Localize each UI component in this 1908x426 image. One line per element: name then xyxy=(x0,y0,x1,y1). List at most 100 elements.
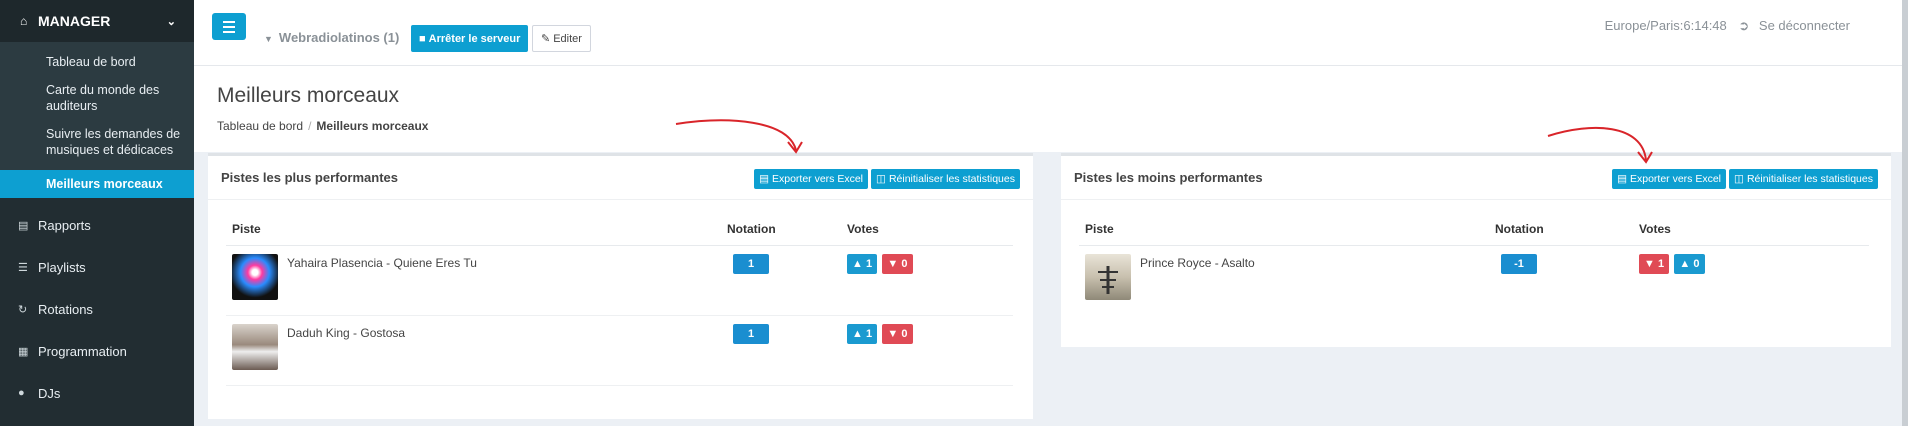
caret-down-icon: ▼ xyxy=(264,34,273,44)
sidebar-item-djs[interactable]: ● DJs xyxy=(0,372,194,414)
downvote-count: 0 xyxy=(901,327,908,340)
sidebar-item-reports[interactable]: ▤ Rapports xyxy=(0,204,194,246)
sign-out-icon: ➲ xyxy=(1738,18,1750,33)
file-excel-icon: ▤ xyxy=(759,173,769,185)
export-label: Exporter vers Excel xyxy=(771,173,864,185)
reset-label: Réinitialiser les statistiques xyxy=(1746,173,1873,185)
chevron-down-icon: ⌄ xyxy=(166,15,176,28)
column-header: Piste xyxy=(1079,213,1489,246)
thumbs-up-icon: ▲ xyxy=(852,257,863,270)
sidebar-item-top-tracks[interactable]: Meilleurs morceaux xyxy=(0,170,194,198)
stop-icon: ■ xyxy=(419,32,426,45)
table-row: Daduh King - Gostosa 1 ▲ 1 ▼ 0 xyxy=(226,315,1013,386)
panel-title: Pistes les plus performantes xyxy=(221,170,399,185)
thumbs-up-icon: ▲ xyxy=(852,327,863,340)
upvote-count: 0 xyxy=(1693,257,1700,270)
panel-tools: ▤ Exporter vers Excel ◫ Réinitialiser les … xyxy=(1612,169,1878,189)
sidebar-manager-toggle[interactable]: ⌂ MANAGER ⌄ xyxy=(0,0,194,42)
edit-button[interactable]: ✎ Editer xyxy=(532,25,591,52)
rating-badge: -1 xyxy=(1501,253,1537,274)
reset-stats-button[interactable]: ◫ Réinitialiser les statistiques xyxy=(1729,169,1878,189)
thumbs-down-button[interactable]: ▼ 0 xyxy=(882,323,913,344)
downvote-count: 1 xyxy=(1657,257,1665,270)
calendar-icon: ▦ xyxy=(18,345,29,358)
track-name: Yahaira Plasencia - Quiene Eres Tu xyxy=(287,255,477,270)
sidebar-item-playlists[interactable]: ☰ Playlists xyxy=(0,246,194,288)
thumbs-down-icon: ▼ xyxy=(1644,257,1655,270)
sidebar-submenu: Tableau de bord Carte du monde des audit… xyxy=(0,42,194,198)
export-excel-button[interactable]: ▤ Exporter vers Excel xyxy=(754,169,869,189)
sidebar-item-rotations[interactable]: ↻ Rotations xyxy=(0,288,194,330)
stop-server-button[interactable]: ■ Arrêter le serveur xyxy=(411,25,529,52)
thumbs-down-button[interactable]: ▼ 1 xyxy=(1639,253,1670,274)
album-cover xyxy=(232,323,278,370)
panel-tools: ▤ Exporter vers Excel ◫ Réinitialiser les … xyxy=(754,169,1020,189)
user-icon: ● xyxy=(18,387,25,399)
column-header: Piste xyxy=(226,213,721,246)
thumbs-up-button[interactable]: ▲ 1 xyxy=(847,253,878,274)
trash-icon: ◫ xyxy=(1734,173,1744,185)
column-header: Votes xyxy=(841,213,1013,246)
rating-badge: 1 xyxy=(733,323,769,344)
reset-stats-button[interactable]: ◫ Réinitialiser les statistiques xyxy=(871,169,1020,189)
export-label: Exporter vers Excel xyxy=(1629,173,1722,185)
table-row: Yahaira Plasencia - Quiene Eres Tu 1 ▲ 1… xyxy=(226,245,1013,316)
station-name: Webradiolatinos (1) xyxy=(278,30,400,45)
panel-header: Pistes les moins performantes ▤ Exporter … xyxy=(1061,156,1891,200)
top-tracks-panel: Pistes les plus performantes ▤ Exporter v… xyxy=(208,153,1033,419)
sidebar-item-label: Rotations xyxy=(38,301,93,317)
panel-header: Pistes les plus performantes ▤ Exporter v… xyxy=(208,156,1033,200)
sidebar-item-requests[interactable]: Suivre les demandes de musiques et dédic… xyxy=(0,120,194,164)
downvote-count: 0 xyxy=(901,257,908,270)
sidebar: ⌂ MANAGER ⌄ Tableau de bord Carte du mon… xyxy=(0,0,194,426)
top-right-info: Europe/Paris:6:14:48 ➲ Se déconnecter xyxy=(1605,18,1850,34)
logout-label: Se déconnecter xyxy=(1758,18,1850,33)
scrollbar[interactable] xyxy=(1902,0,1908,426)
sidebar-item-label: DJs xyxy=(38,385,61,401)
thumbs-up-icon: ▲ xyxy=(1679,257,1691,270)
reset-label: Réinitialiser les statistiques xyxy=(888,173,1015,185)
upvote-count: 1 xyxy=(865,327,873,340)
page-title: Meilleurs morceaux xyxy=(217,84,400,107)
sidebar-item-dashboard[interactable]: Tableau de bord xyxy=(0,42,194,76)
sidebar-item-label: Rapports xyxy=(38,217,91,233)
breadcrumb-root[interactable]: Tableau de bord xyxy=(217,119,303,133)
cover-art-icon xyxy=(1098,265,1118,294)
panel-title: Pistes les moins performantes xyxy=(1074,170,1263,185)
top-tracks-table: Piste Notation Votes Yahaira Plasencia -… xyxy=(226,213,1013,386)
thumbs-up-button[interactable]: ▲ 1 xyxy=(847,323,878,344)
sidebar-item-label: Programmation xyxy=(38,343,127,359)
breadcrumb-current: Meilleurs morceaux xyxy=(316,119,429,133)
album-cover xyxy=(1085,253,1131,300)
worst-tracks-panel: Pistes les moins performantes ▤ Exporter … xyxy=(1061,153,1891,347)
thumbs-down-button[interactable]: ▼ 0 xyxy=(882,253,913,274)
worst-tracks-table: Piste Notation Votes Prince Royce - Asal… xyxy=(1079,213,1869,315)
server-time: Europe/Paris:6:14:48 xyxy=(1604,18,1727,33)
upvote-count: 1 xyxy=(865,257,873,270)
thumbs-up-button[interactable]: ▲ 0 xyxy=(1674,253,1705,274)
column-header: Votes xyxy=(1633,213,1869,246)
logout-link[interactable]: ➲ Se déconnecter xyxy=(1738,18,1850,33)
breadcrumb: Tableau de bord / Meilleurs morceaux xyxy=(217,119,429,133)
trash-icon: ◫ xyxy=(876,173,886,185)
sidebar-item-label: Playlists xyxy=(38,259,86,275)
rating-badge: 1 xyxy=(733,253,769,274)
sidebar-item-world-map[interactable]: Carte du monde des auditeurs xyxy=(0,76,194,120)
top-bar: ▼ Webradiolatinos (1) ■ Arrêter le serveur… xyxy=(194,0,1908,66)
stop-server-label: Arrêter le serveur xyxy=(428,32,521,45)
edit-label: Editer xyxy=(553,32,582,45)
track-name: Prince Royce - Asalto xyxy=(1140,255,1255,270)
thumbs-down-icon: ▼ xyxy=(887,327,899,340)
edit-icon: ✎ xyxy=(541,33,551,45)
station-selector[interactable]: ▼ Webradiolatinos (1) xyxy=(264,30,399,45)
sidebar-item-programming[interactable]: ▦ Programmation xyxy=(0,330,194,372)
file-excel-icon: ▤ xyxy=(1617,173,1627,185)
export-excel-button[interactable]: ▤ Exporter vers Excel xyxy=(1612,169,1727,189)
album-cover xyxy=(232,253,278,300)
refresh-icon: ↻ xyxy=(18,303,28,316)
list-icon: ☰ xyxy=(18,261,28,274)
bar-chart-icon: ▤ xyxy=(18,219,29,232)
track-name: Daduh King - Gostosa xyxy=(287,325,406,340)
table-row: Prince Royce - Asalto -1 ▼ 1 ▲ 0 xyxy=(1079,245,1869,315)
menu-toggle-button[interactable] xyxy=(212,13,246,40)
